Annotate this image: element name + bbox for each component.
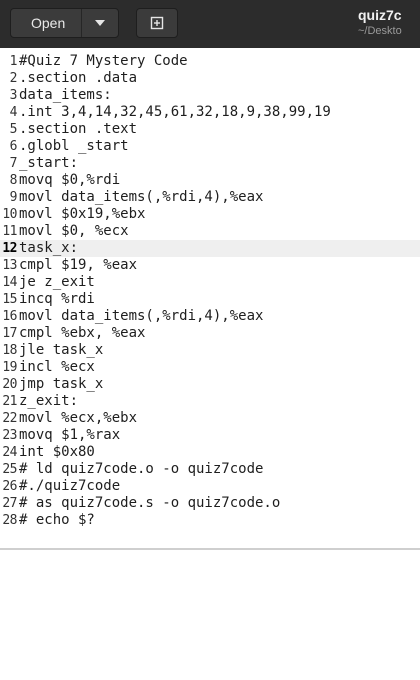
code-editor[interactable]: 1 #Quiz 7 Mystery Code 2 .section .data 3 dat… bbox=[0, 48, 420, 546]
code-line[interactable]: 9 movl data_items(,%rdi,4),%eax bbox=[0, 189, 420, 206]
chevron-down-icon bbox=[95, 20, 106, 26]
code-text[interactable]: # ld quiz7code.o -o quiz7code bbox=[19, 461, 263, 478]
code-line[interactable]: 2 .section .data bbox=[0, 70, 420, 87]
code-line[interactable]: 4 .int 3,4,14,32,45,61,32,18,9,38,99,19 bbox=[0, 104, 420, 121]
line-number: 25 bbox=[2, 462, 17, 477]
code-line[interactable]: 12 task_x: bbox=[0, 240, 420, 257]
code-text[interactable]: movl %ecx,%ebx bbox=[19, 410, 137, 427]
line-number: 2 bbox=[9, 71, 18, 86]
code-line[interactable]: 8 movq $0,%rdi bbox=[0, 172, 420, 189]
open-menu-button[interactable] bbox=[82, 9, 118, 37]
line-number: 22 bbox=[2, 411, 17, 426]
line-number: 27 bbox=[2, 496, 17, 511]
line-number: 23 bbox=[2, 428, 17, 443]
code-text[interactable]: incl %ecx bbox=[19, 359, 95, 376]
open-button[interactable]: Open bbox=[11, 9, 83, 37]
line-number: 26 bbox=[2, 479, 17, 494]
line-number: 24 bbox=[2, 445, 17, 460]
code-text[interactable]: .int 3,4,14,32,45,61,32,18,9,38,99,19 bbox=[19, 104, 331, 121]
code-text[interactable]: movq $0,%rdi bbox=[19, 172, 120, 189]
code-line[interactable]: 16 movl data_items(,%rdi,4),%eax bbox=[0, 308, 420, 325]
code-line[interactable]: 27 # as quiz7code.s -o quiz7code.o bbox=[0, 495, 420, 512]
line-number: 12 bbox=[2, 241, 17, 256]
open-button-group: Open bbox=[10, 8, 120, 38]
code-line[interactable]: 23 movq $1,%rax bbox=[0, 427, 420, 444]
line-number: 15 bbox=[2, 292, 17, 307]
code-line[interactable]: 26 #./quiz7code bbox=[0, 478, 420, 495]
code-text[interactable]: cmpl %ebx, %eax bbox=[19, 325, 145, 342]
header-bar: Open quiz7c ~/Deskto bbox=[0, 0, 420, 48]
code-line[interactable]: 1 #Quiz 7 Mystery Code bbox=[0, 53, 420, 70]
code-text[interactable]: #./quiz7code bbox=[19, 478, 120, 495]
code-text[interactable]: .section .text bbox=[19, 121, 137, 138]
code-text[interactable]: jle task_x bbox=[19, 342, 103, 359]
code-text[interactable]: incq %rdi bbox=[19, 291, 95, 308]
line-number: 7 bbox=[9, 156, 18, 171]
code-line[interactable]: 19 incl %ecx bbox=[0, 359, 420, 376]
code-text[interactable]: task_x: bbox=[19, 240, 78, 257]
line-number: 16 bbox=[2, 309, 17, 324]
line-number: 17 bbox=[2, 326, 17, 341]
line-number: 8 bbox=[9, 173, 18, 188]
code-text[interactable]: movq $1,%rax bbox=[19, 427, 120, 444]
line-number: 6 bbox=[9, 139, 18, 154]
line-number: 5 bbox=[9, 122, 18, 137]
code-text[interactable]: je z_exit bbox=[19, 274, 95, 291]
code-line[interactable]: 10 movl $0x19,%ebx bbox=[0, 206, 420, 223]
window-subtitle: ~/Deskto bbox=[358, 25, 402, 37]
line-number: 13 bbox=[2, 258, 17, 273]
code-text[interactable]: movl data_items(,%rdi,4),%eax bbox=[19, 189, 263, 206]
code-line[interactable]: 22 movl %ecx,%ebx bbox=[0, 410, 420, 427]
code-text[interactable]: movl $0, %ecx bbox=[19, 223, 129, 240]
line-number: 21 bbox=[2, 394, 17, 409]
code-line[interactable]: 18 jle task_x bbox=[0, 342, 420, 359]
code-line[interactable]: 15 incq %rdi bbox=[0, 291, 420, 308]
new-document-icon bbox=[150, 16, 164, 30]
line-number: 10 bbox=[2, 207, 17, 222]
code-text[interactable]: z_exit: bbox=[19, 393, 78, 410]
code-text[interactable]: int $0x80 bbox=[19, 444, 95, 461]
code-line[interactable]: 21 z_exit: bbox=[0, 393, 420, 410]
code-text[interactable]: cmpl $19, %eax bbox=[19, 257, 137, 274]
code-line[interactable]: 6 .globl _start bbox=[0, 138, 420, 155]
code-line[interactable]: 3 data_items: bbox=[0, 87, 420, 104]
code-line[interactable]: 17 cmpl %ebx, %eax bbox=[0, 325, 420, 342]
code-line[interactable]: 13 cmpl $19, %eax bbox=[0, 257, 420, 274]
code-text[interactable]: jmp task_x bbox=[19, 376, 103, 393]
new-document-button[interactable] bbox=[136, 8, 178, 38]
line-number: 11 bbox=[2, 224, 17, 239]
code-text[interactable]: .globl _start bbox=[19, 138, 129, 155]
code-line[interactable]: 25 # ld quiz7code.o -o quiz7code bbox=[0, 461, 420, 478]
code-text[interactable]: movl data_items(,%rdi,4),%eax bbox=[19, 308, 263, 325]
code-line[interactable]: 28 # echo $? bbox=[0, 512, 420, 529]
line-number: 3 bbox=[9, 88, 18, 103]
code-text[interactable]: movl $0x19,%ebx bbox=[19, 206, 145, 223]
line-number: 4 bbox=[9, 105, 18, 120]
code-text[interactable]: _start: bbox=[19, 155, 78, 172]
code-line[interactable]: 11 movl $0, %ecx bbox=[0, 223, 420, 240]
line-number: 18 bbox=[2, 343, 17, 358]
window-title: quiz7c bbox=[358, 7, 402, 23]
code-text[interactable]: # as quiz7code.s -o quiz7code.o bbox=[19, 495, 280, 512]
code-text[interactable]: # echo $? bbox=[19, 512, 95, 529]
line-number: 9 bbox=[9, 190, 18, 205]
code-line[interactable]: 24 int $0x80 bbox=[0, 444, 420, 461]
code-line[interactable]: 20 jmp task_x bbox=[0, 376, 420, 393]
line-number: 28 bbox=[2, 513, 17, 528]
code-text[interactable]: #Quiz 7 Mystery Code bbox=[19, 53, 188, 70]
code-line[interactable]: 7 _start: bbox=[0, 155, 420, 172]
text-editor-window: Open quiz7c ~/Deskto 1 #Quiz 7 Mystery Co… bbox=[0, 0, 420, 550]
line-number: 1 bbox=[9, 54, 18, 69]
code-text[interactable]: .section .data bbox=[19, 70, 137, 87]
line-number: 14 bbox=[2, 275, 17, 290]
line-number: 20 bbox=[2, 377, 17, 392]
code-line[interactable]: 5 .section .text bbox=[0, 121, 420, 138]
line-number: 19 bbox=[2, 360, 17, 375]
code-text[interactable]: data_items: bbox=[19, 87, 112, 104]
window-title-block: quiz7c ~/Deskto bbox=[358, 6, 420, 38]
code-line[interactable]: 14 je z_exit bbox=[0, 274, 420, 291]
